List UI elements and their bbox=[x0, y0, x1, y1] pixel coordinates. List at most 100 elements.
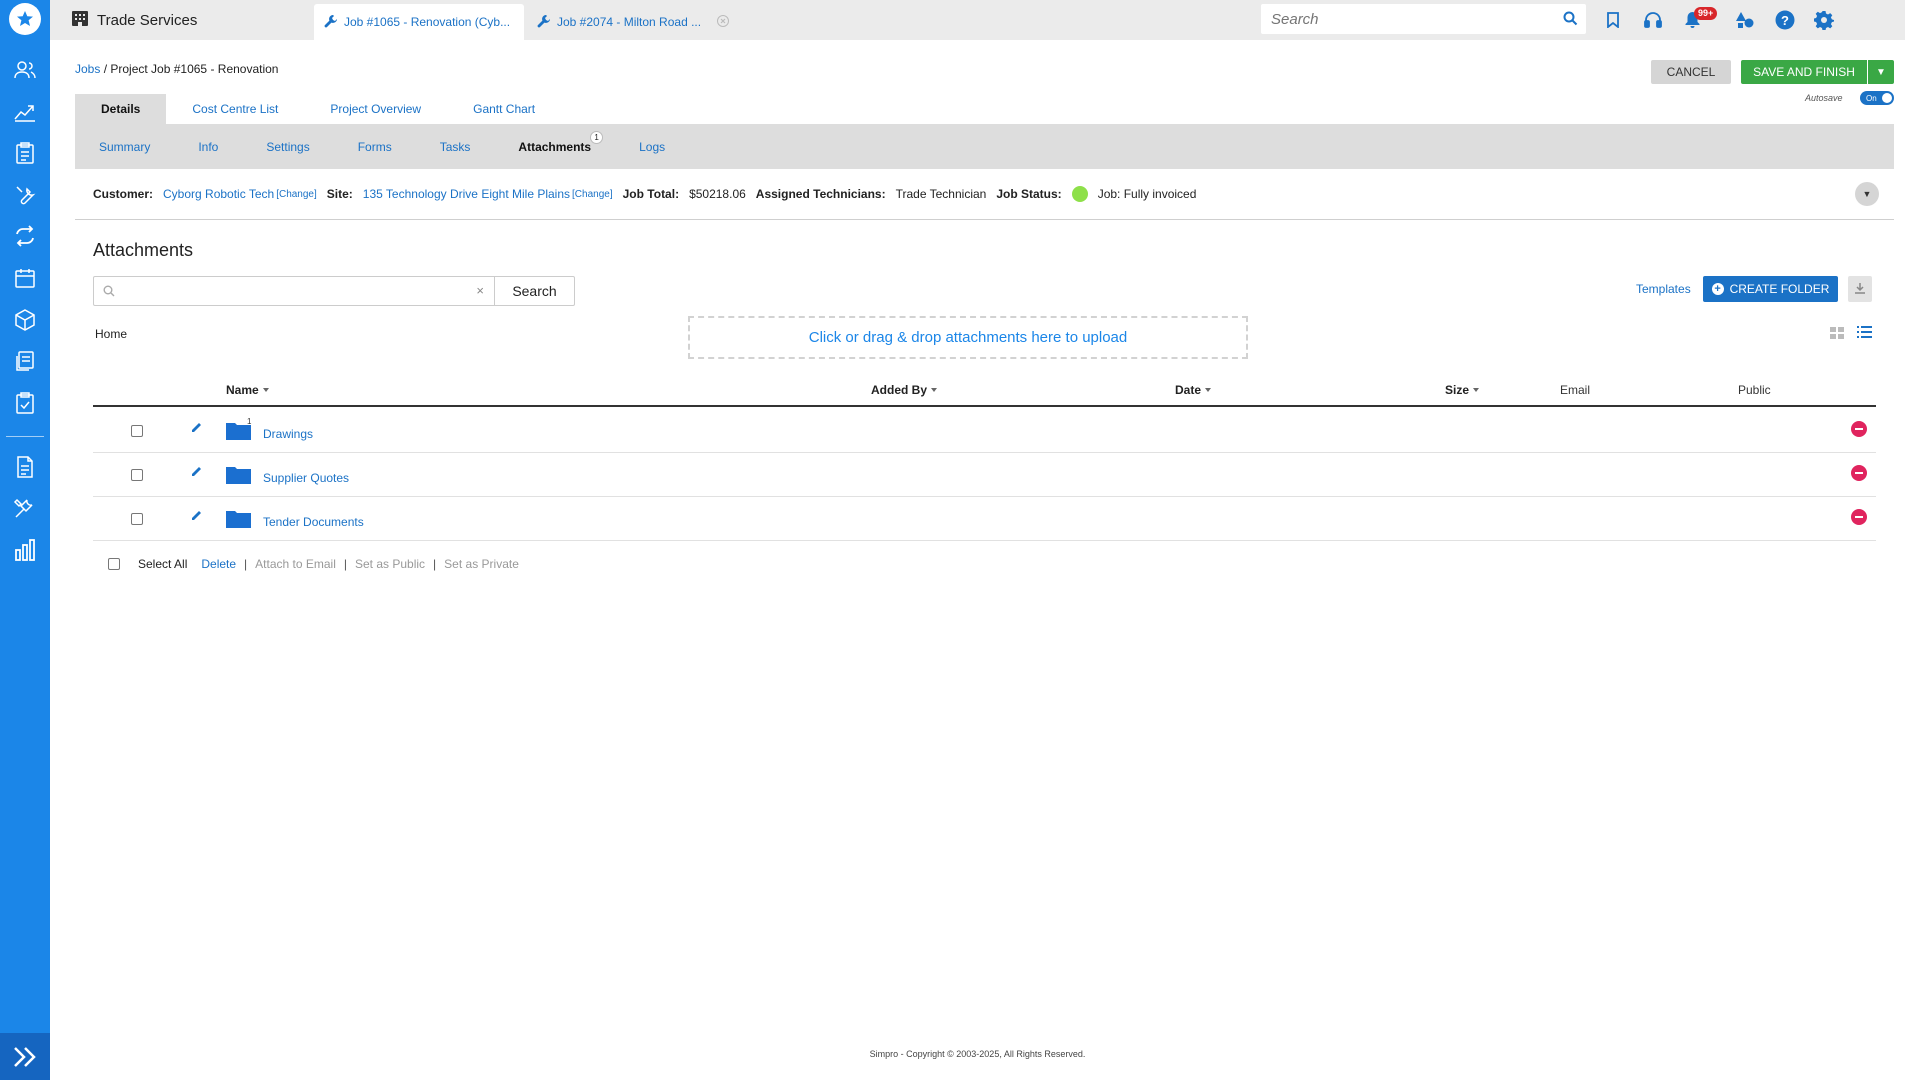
row-checkbox[interactable] bbox=[131, 469, 143, 481]
tab-cost-centre-list[interactable]: Cost Centre List bbox=[166, 94, 304, 124]
edit-pencil-icon[interactable] bbox=[190, 510, 202, 525]
col-size-label: Size bbox=[1445, 383, 1470, 397]
open-tab-label: Job #1065 - Renovation (Cyb... bbox=[344, 15, 511, 29]
folder-name-link[interactable]: Supplier Quotes bbox=[263, 471, 349, 485]
subtab-logs[interactable]: Logs bbox=[615, 140, 689, 154]
delete-row-icon[interactable] bbox=[1851, 465, 1867, 481]
technicians-label: Assigned Technicians: bbox=[755, 187, 886, 201]
autosave-toggle[interactable]: On bbox=[1860, 91, 1894, 105]
collapse-info-button[interactable]: ▼ bbox=[1855, 182, 1879, 206]
recurring-icon[interactable] bbox=[11, 222, 39, 250]
tab-project-overview[interactable]: Project Overview bbox=[304, 94, 447, 124]
change-site-link[interactable]: [Change] bbox=[572, 189, 613, 200]
schedule-calendar-icon[interactable] bbox=[11, 264, 39, 292]
search-icon bbox=[103, 285, 115, 300]
site-link[interactable]: 135 Technology Drive Eight Mile Plains bbox=[363, 187, 570, 201]
reports-document-icon[interactable] bbox=[11, 453, 39, 481]
row-checkbox[interactable] bbox=[131, 513, 143, 525]
search-icon[interactable] bbox=[1563, 11, 1578, 29]
save-options-dropdown[interactable]: ▼ bbox=[1868, 60, 1894, 84]
attachments-search-button[interactable]: Search bbox=[494, 276, 575, 306]
delete-row-icon[interactable] bbox=[1851, 509, 1867, 525]
attach-to-email-link[interactable]: Attach to Email bbox=[255, 557, 336, 571]
forms-checklist-icon[interactable] bbox=[11, 389, 39, 417]
app-title[interactable]: Trade Services bbox=[72, 0, 197, 40]
shapes-tools-icon[interactable] bbox=[1733, 8, 1757, 32]
close-tab-icon[interactable] bbox=[717, 14, 730, 30]
breadcrumb-separator: / bbox=[100, 62, 111, 76]
simpro-logo-icon[interactable] bbox=[9, 3, 41, 35]
toggle-knob bbox=[1882, 93, 1892, 103]
help-icon[interactable]: ? bbox=[1773, 8, 1797, 32]
subtab-tasks[interactable]: Tasks bbox=[416, 140, 495, 154]
edit-pencil-icon[interactable] bbox=[190, 422, 202, 437]
jobs-wrench-icon[interactable] bbox=[11, 181, 39, 209]
row-checkbox[interactable] bbox=[131, 425, 143, 437]
subtab-forms[interactable]: Forms bbox=[334, 140, 416, 154]
save-and-finish-button[interactable]: SAVE AND FINISH bbox=[1741, 60, 1867, 84]
customer-label: Customer: bbox=[93, 187, 154, 201]
change-customer-link[interactable]: [Change] bbox=[276, 189, 317, 200]
subtab-settings[interactable]: Settings bbox=[242, 140, 333, 154]
global-search-input[interactable] bbox=[1271, 10, 1551, 28]
list-view-icon[interactable] bbox=[1857, 325, 1872, 342]
col-added-by-label: Added By bbox=[871, 383, 928, 397]
inventory-box-icon[interactable] bbox=[11, 306, 39, 334]
grid-view-icon[interactable] bbox=[1830, 327, 1844, 343]
folder-home-crumb[interactable]: Home bbox=[95, 327, 127, 341]
quotes-clipboard-icon[interactable] bbox=[11, 139, 39, 167]
cancel-button[interactable]: CANCEL bbox=[1651, 60, 1731, 84]
col-added-by-header[interactable]: Added By bbox=[871, 383, 938, 397]
invoices-icon[interactable] bbox=[11, 347, 39, 375]
select-all-label[interactable]: Select All bbox=[138, 557, 187, 571]
col-date-header[interactable]: Date bbox=[1175, 383, 1212, 397]
templates-link[interactable]: Templates bbox=[1636, 282, 1691, 296]
job-status-indicator bbox=[1071, 186, 1088, 202]
open-tab-job-1065[interactable]: Job #1065 - Renovation (Cyb... bbox=[314, 4, 524, 40]
set-private-link[interactable]: Set as Private bbox=[444, 557, 519, 571]
caret-down-icon: ▼ bbox=[1862, 189, 1872, 199]
contacts-icon[interactable] bbox=[11, 56, 39, 84]
bookmark-icon[interactable] bbox=[1601, 8, 1625, 32]
sort-caret-icon bbox=[1205, 388, 1212, 392]
breadcrumb: Jobs / Project Job #1065 - Renovation bbox=[75, 62, 278, 76]
select-all-checkbox[interactable] bbox=[108, 558, 120, 570]
breadcrumb-jobs-link[interactable]: Jobs bbox=[75, 62, 100, 76]
upload-dropzone[interactable]: Click or drag & drop attachments here to… bbox=[688, 316, 1248, 359]
subtab-info[interactable]: Info bbox=[174, 140, 242, 154]
analytics-bar-icon[interactable] bbox=[11, 536, 39, 564]
col-name-header[interactable]: Name bbox=[226, 383, 269, 397]
set-public-link[interactable]: Set as Public bbox=[355, 557, 425, 571]
col-size-header[interactable]: Size bbox=[1445, 383, 1480, 397]
subtab-attachments[interactable]: Attachments 1 bbox=[494, 130, 615, 154]
support-headset-icon[interactable] bbox=[1641, 8, 1665, 32]
col-name-label: Name bbox=[226, 383, 259, 397]
separator: | bbox=[244, 557, 248, 571]
download-button[interactable] bbox=[1848, 276, 1872, 302]
delete-row-icon[interactable] bbox=[1851, 421, 1867, 437]
folder-name-link[interactable]: Tender Documents bbox=[263, 515, 364, 529]
sales-trend-icon[interactable] bbox=[11, 97, 39, 125]
attachments-count-badge: 1 bbox=[590, 130, 604, 144]
attachments-search-input[interactable] bbox=[120, 283, 460, 299]
edit-pencil-icon[interactable] bbox=[190, 466, 202, 481]
separator: | bbox=[343, 557, 347, 571]
open-tab-job-2074[interactable]: Job #2074 - Milton Road ... bbox=[527, 4, 787, 40]
clear-search-icon[interactable]: × bbox=[476, 283, 484, 298]
create-folder-button[interactable]: + CREATE FOLDER bbox=[1703, 276, 1838, 302]
attachments-search-box: × bbox=[93, 276, 495, 306]
folder-name-link[interactable]: Drawings bbox=[263, 427, 313, 441]
tab-gantt-chart[interactable]: Gantt Chart bbox=[447, 94, 561, 124]
autosave-toggle-state: On bbox=[1866, 93, 1877, 103]
folder-item-count: 1 bbox=[247, 417, 252, 426]
bulk-delete-link[interactable]: Delete bbox=[201, 557, 236, 571]
settings-gear-icon[interactable] bbox=[1812, 8, 1836, 32]
tab-details[interactable]: Details bbox=[75, 94, 167, 124]
subtab-summary[interactable]: Summary bbox=[75, 140, 174, 154]
attachments-title: Attachments bbox=[93, 240, 194, 260]
wrench-icon bbox=[324, 14, 338, 31]
tools-icon[interactable] bbox=[11, 494, 39, 522]
plus-circle-icon: + bbox=[1711, 283, 1724, 295]
technicians-value: Trade Technician bbox=[895, 187, 987, 201]
customer-link[interactable]: Cyborg Robotic Tech bbox=[163, 187, 274, 201]
